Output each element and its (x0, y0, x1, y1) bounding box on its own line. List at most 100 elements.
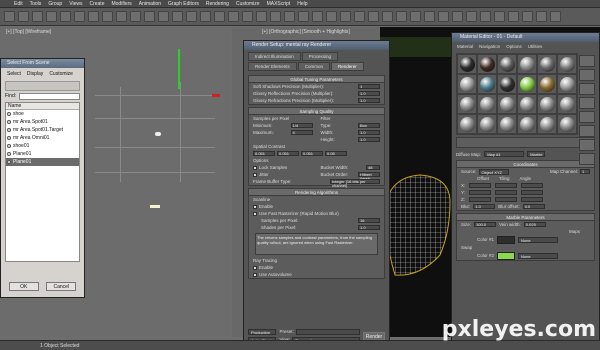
mid-viewport-label[interactable]: [+] [Orthographic] [Smooth + Highlights] (262, 29, 350, 35)
menu-views[interactable]: Views (69, 1, 82, 7)
toolbar-button[interactable] (88, 11, 99, 22)
toolbar-button[interactable] (480, 11, 491, 22)
toolbar-button[interactable] (550, 11, 561, 22)
sample-slot[interactable] (498, 115, 516, 133)
frame-buffer-dropdown[interactable]: Integer (16 bits per channel) (330, 179, 380, 188)
lock-samples-checkbox[interactable] (253, 165, 257, 170)
toolbar-button[interactable] (130, 11, 141, 22)
map-name-field[interactable]: Map #1 (484, 151, 525, 157)
sample-slot[interactable] (498, 95, 516, 113)
sample-slot[interactable] (498, 75, 516, 93)
menu-select[interactable]: Select (7, 71, 21, 77)
menu-tools[interactable]: Tools (30, 1, 42, 7)
sample-slot[interactable] (458, 55, 476, 73)
offset-x-field[interactable] (469, 183, 492, 188)
sample-slot[interactable] (478, 75, 496, 93)
menu-create[interactable]: Create (89, 1, 104, 7)
menu-maxscript[interactable]: MAXScript (267, 1, 291, 7)
glossy-reflections-field[interactable]: 1.0 (358, 91, 380, 96)
sample-slot[interactable] (478, 55, 496, 73)
algorithms-header[interactable]: Rendering Algorithms (249, 189, 384, 196)
toolbar-button[interactable] (340, 11, 351, 22)
select-toolbar[interactable] (5, 81, 80, 91)
menu-rendering[interactable]: Rendering (206, 1, 229, 7)
list-item[interactable]: mr Area Spot01.Target (6, 126, 79, 134)
material-toolbar[interactable] (456, 137, 595, 148)
filter-type-dropdown[interactable]: Box (358, 123, 380, 128)
render-dialog-title[interactable]: Render Setup: mental ray Renderer (244, 41, 389, 50)
toolbar-button[interactable] (32, 11, 43, 22)
toolbar-button[interactable] (102, 11, 113, 22)
marble-header[interactable]: Marble Parameters (457, 214, 594, 221)
toolbar-button[interactable] (368, 11, 379, 22)
color2-swatch[interactable] (497, 251, 516, 260)
offset-z-field[interactable] (469, 197, 491, 202)
list-item-selected[interactable]: Plane01 (6, 158, 79, 166)
source-dropdown[interactable]: Object XYZ (478, 168, 509, 175)
sample-slot[interactable] (458, 75, 476, 93)
sampling-header[interactable]: Sampling Quality (249, 108, 384, 115)
production-dropdown[interactable]: Production (248, 329, 277, 335)
tab-renderer[interactable]: Renderer (331, 62, 364, 71)
toolbar-button[interactable] (438, 11, 449, 22)
name-column-header[interactable]: Name (6, 103, 79, 110)
menu-options[interactable]: Options (506, 44, 522, 49)
filter-height-field[interactable]: 1.0 (358, 137, 380, 142)
color2-map-button[interactable]: None (518, 252, 559, 259)
map-type-button[interactable]: Marble (527, 151, 546, 157)
size-field[interactable]: 100.0 (474, 222, 497, 227)
cancel-button[interactable]: Cancel (46, 282, 77, 291)
material-side-toolbar[interactable] (579, 55, 597, 175)
tab-indirect-illumination[interactable]: Indirect Illumination (248, 52, 301, 61)
list-item[interactable]: Plane01 (6, 150, 79, 158)
offset-y-field[interactable] (469, 190, 492, 195)
toolbar-button[interactable] (200, 11, 211, 22)
global-tuning-header[interactable]: Global Tuning Parameters (249, 76, 384, 83)
glossy-refractions-field[interactable]: 1.0 (358, 98, 380, 103)
list-item[interactable]: shoe01 (6, 142, 79, 150)
menu-customize[interactable]: Customize (236, 1, 260, 7)
toolbar-button[interactable] (172, 11, 183, 22)
contrast-a-field[interactable]: 0.05 (325, 151, 347, 156)
list-item[interactable]: mr Area Spot01 (6, 118, 79, 126)
maximum-dropdown[interactable]: 4 (290, 130, 313, 135)
ray-enable-checkbox[interactable] (253, 265, 257, 270)
sample-slot[interactable] (538, 115, 556, 133)
sample-slot[interactable] (518, 95, 536, 113)
menu-edit[interactable]: Edit (14, 1, 23, 7)
sample-slot[interactable] (558, 75, 576, 93)
material-editor-title[interactable]: Material Editor - 01 - Default (452, 33, 599, 42)
filter-width-field[interactable]: 1.0 (358, 130, 380, 135)
sample-slot[interactable] (478, 95, 496, 113)
soft-shadows-field[interactable]: 1 (358, 84, 380, 89)
color1-map-button[interactable]: None (518, 236, 559, 243)
toolbar-button[interactable] (144, 11, 155, 22)
toolbar-button[interactable] (466, 11, 477, 22)
menu-modifiers[interactable]: Modifiers (111, 1, 131, 7)
toolbar-button[interactable] (284, 11, 295, 22)
toolbar-button[interactable] (242, 11, 253, 22)
angle-y-field[interactable] (521, 190, 544, 195)
blur-field[interactable]: 1.0 (473, 204, 496, 209)
left-viewport-label[interactable]: [+] [Top] [Wireframe] (6, 29, 51, 35)
list-item[interactable]: mr Area Omni01 (6, 134, 79, 142)
menu-graph-editors[interactable]: Graph Editors (168, 1, 199, 7)
bucket-width-field[interactable]: 48 (366, 165, 380, 170)
menu-help[interactable]: Help (297, 1, 307, 7)
toolbar-button[interactable] (116, 11, 127, 22)
toolbar-button[interactable] (158, 11, 169, 22)
sample-slot[interactable] (558, 55, 576, 73)
menu-animation[interactable]: Animation (139, 1, 161, 7)
menu-material[interactable]: Material (457, 44, 473, 49)
toolbar-button[interactable] (354, 11, 365, 22)
tiling-y-field[interactable] (495, 190, 518, 195)
contrast-g-field[interactable]: 0.051 (277, 151, 299, 156)
sample-slot[interactable] (538, 75, 556, 93)
toolbar-button[interactable] (410, 11, 421, 22)
samples-per-pixel-field[interactable]: 16 (358, 218, 380, 223)
sample-slot[interactable] (498, 55, 516, 73)
toolbar-button[interactable] (382, 11, 393, 22)
shades-per-pixel-field[interactable]: 1.0 (358, 225, 380, 230)
color1-swatch[interactable] (497, 235, 516, 244)
toolbar-button[interactable] (60, 11, 71, 22)
